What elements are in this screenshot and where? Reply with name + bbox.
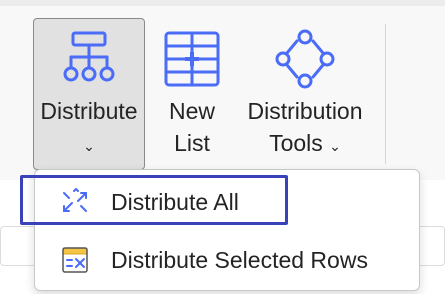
new-list-button[interactable]: New List [156, 18, 228, 170]
ribbon: Distribute ⌄ New List Distribution Tools… [0, 0, 445, 180]
menu-item-distribute-selected-rows[interactable]: Distribute Selected Rows [35, 232, 419, 288]
menu-item-label: Distribute All [111, 188, 239, 215]
table-distribute-icon [60, 245, 90, 275]
network-icon [275, 29, 335, 89]
menu-item-distribute-all[interactable]: Distribute All [35, 174, 419, 230]
ribbon-separator [385, 24, 386, 164]
distribute-button[interactable]: Distribute ⌄ [33, 18, 145, 170]
chevron-down-icon: ⌄ [329, 138, 341, 154]
chevron-down-icon: ⌄ [83, 138, 95, 154]
menu-item-label: Distribute Selected Rows [111, 246, 368, 273]
grid-plus-icon [162, 29, 222, 89]
distribute-arrows-icon [60, 187, 90, 217]
distribute-label: Distribute ⌄ [40, 98, 138, 154]
distribution-tools-label: Distribution Tools ⌄ [247, 98, 363, 156]
background-field [416, 226, 445, 266]
distribution-tools-button[interactable]: Distribution Tools ⌄ [238, 18, 372, 170]
new-list-label: New List [168, 98, 215, 156]
hierarchy-icon [59, 29, 119, 89]
distribute-dropdown-menu: Distribute All Distribute Selected Rows [34, 169, 420, 291]
